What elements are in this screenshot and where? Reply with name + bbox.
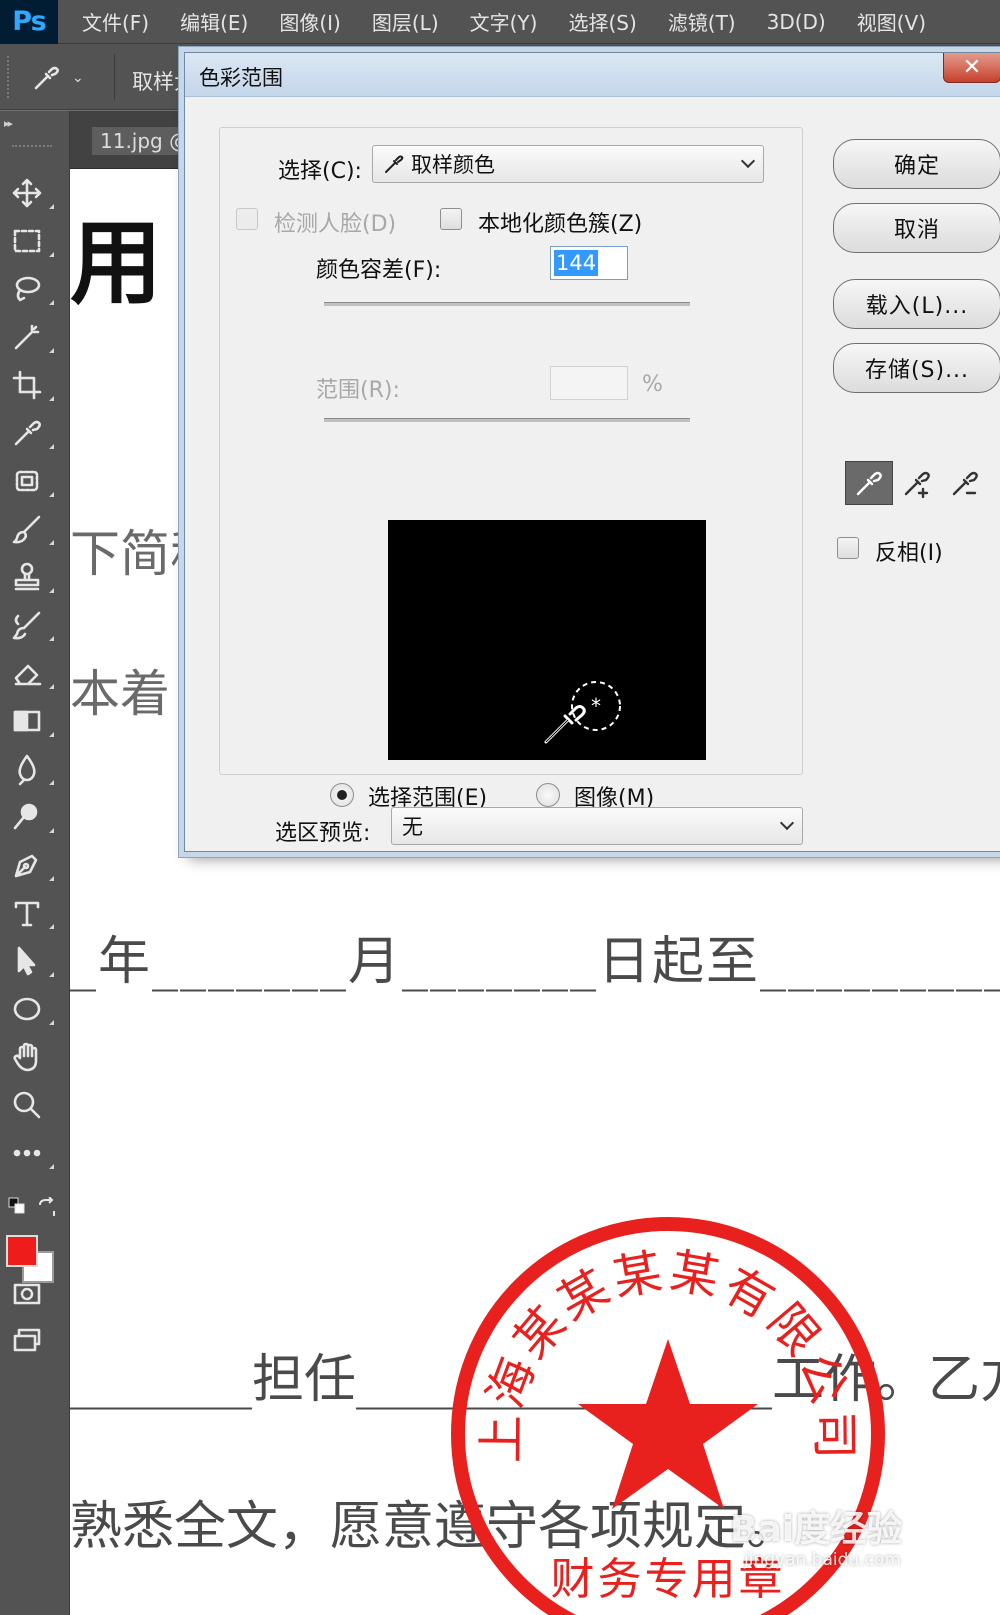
selection-preview-dropdown[interactable]: 无 [391, 807, 803, 845]
menu-image[interactable]: 图像(I) [279, 7, 341, 36]
swap-colors-icon[interactable] [36, 1197, 58, 1219]
marquee-tool-icon[interactable] [10, 221, 58, 261]
menu-select[interactable]: 选择(S) [568, 7, 636, 36]
eyedropper-tool-icon[interactable] [10, 413, 58, 453]
image-radio[interactable] [536, 783, 560, 807]
selection-preview[interactable]: * [388, 520, 706, 760]
cancel-button[interactable]: 取消 [833, 203, 1000, 253]
eyedropper-icon [385, 155, 404, 173]
stamp-bottom-text: 财务专用章 [551, 1554, 786, 1605]
options-separator [114, 54, 115, 100]
menu-file[interactable]: 文件(F) [82, 7, 149, 36]
chevron-down-icon [740, 153, 756, 169]
ok-button[interactable]: 确定 [833, 139, 1000, 189]
options-bar-grip[interactable] [7, 56, 11, 98]
select-label: 选择(C): [278, 159, 362, 184]
document-line-4: _______担任________________工作。乙方在 [70, 1350, 1000, 1410]
load-button[interactable]: 载入(L)... [833, 279, 1000, 329]
select-dropdown[interactable]: 取样颜色 [372, 145, 764, 183]
dialog-titlebar[interactable]: 色彩范围 ✕ [185, 53, 1000, 97]
move-tool-icon[interactable] [10, 173, 58, 213]
lasso-tool-icon[interactable] [10, 269, 58, 309]
collapse-panel-icon[interactable]: ▸▸ [4, 117, 13, 130]
menu-filter[interactable]: 滤镜(T) [668, 7, 736, 36]
magic-wand-icon[interactable] [10, 317, 58, 357]
eyedropper-add-icon[interactable] [893, 461, 941, 505]
eyedropper-cursor-icon: * [544, 681, 621, 744]
invert-checkbox[interactable] [837, 537, 859, 559]
document-line-2: 本着 [70, 665, 170, 723]
document-tab[interactable]: 11.jpg @ [92, 127, 198, 155]
fuzziness-slider-track[interactable] [324, 302, 690, 306]
detect-faces-label: 检测人脸(D) [274, 212, 397, 237]
tools-panel-grip[interactable] [12, 145, 52, 150]
document-line-3: _年_______月_______日起至____________ [70, 932, 1000, 992]
range-slider-track[interactable] [324, 418, 690, 422]
menu-type[interactable]: 文字(Y) [470, 7, 538, 36]
menu-bar: Ps 文件(F) 编辑(E) 图像(I) 图层(L) 文字(Y) 选择(S) 滤… [0, 0, 1000, 44]
localized-clusters-checkbox[interactable] [440, 208, 462, 230]
gradient-tool-icon[interactable] [10, 701, 58, 741]
fuzziness-value: 144 [554, 250, 599, 276]
dodge-tool-icon[interactable] [10, 797, 58, 837]
save-button[interactable]: 存储(S)... [833, 343, 1000, 393]
chevron-down-icon: ⌄ [72, 70, 84, 86]
eyedropper-sample-icon[interactable] [845, 461, 893, 505]
ellipse-tool-icon[interactable] [10, 989, 58, 1029]
patch-tool-icon[interactable] [10, 461, 58, 501]
crop-tool-icon[interactable] [10, 365, 58, 405]
menu-3d[interactable]: 3D(D) [767, 10, 826, 34]
screen-mode-icon[interactable] [10, 1321, 58, 1361]
type-tool-icon[interactable] [10, 893, 58, 933]
menu-edit[interactable]: 编辑(E) [180, 7, 248, 36]
menu-view[interactable]: 视图(V) [857, 7, 926, 36]
brush-tool-icon[interactable] [10, 509, 58, 549]
stamp-tool-icon[interactable] [10, 557, 58, 597]
range-unit: % [642, 372, 663, 397]
path-selection-icon[interactable] [10, 941, 58, 981]
dialog-title: 色彩范围 [199, 66, 283, 90]
fuzziness-label: 颜色容差(F): [316, 258, 442, 283]
svg-text:*: * [591, 694, 601, 718]
color-range-dialog: 色彩范围 ✕ 选择(C): 取样颜色 检测人脸(D) 本地化颜色簇(Z) 颜色容… [184, 52, 1000, 852]
tools-panel: ▸▸ [0, 111, 70, 1615]
options-group: 选择(C): 取样颜色 检测人脸(D) 本地化颜色簇(Z) 颜色容差(F): 1… [219, 127, 803, 811]
range-input[interactable] [550, 366, 628, 400]
history-brush-icon[interactable] [10, 605, 58, 645]
selection-radio[interactable] [330, 783, 354, 807]
foreground-color-swatch[interactable] [6, 1235, 38, 1267]
chevron-down-icon [779, 815, 795, 831]
localized-clusters-label: 本地化颜色簇(Z) [478, 212, 643, 237]
select-dropdown-value: 取样颜色 [411, 153, 495, 177]
selection-preview-value: 无 [402, 815, 423, 839]
eyedropper-subtract-icon[interactable] [941, 461, 989, 505]
range-label: 范围(R): [316, 378, 400, 403]
more-tools-icon[interactable] [10, 1133, 58, 1173]
document-line-5: 熟悉全文，愿意遵守各项规定。 [70, 1497, 799, 1557]
document-heading: 用 [70, 210, 163, 317]
pen-tool-icon[interactable] [10, 845, 58, 885]
eyedropper-icon [34, 66, 59, 90]
tool-preset-picker[interactable]: ⌄ [30, 62, 96, 94]
close-icon[interactable]: ✕ [943, 53, 1000, 83]
eraser-tool-icon[interactable] [10, 653, 58, 693]
blur-tool-icon[interactable] [10, 749, 58, 789]
default-colors-icon[interactable] [8, 1197, 26, 1215]
menu-layer[interactable]: 图层(L) [372, 7, 439, 36]
color-swap-row [8, 1197, 58, 1219]
fuzziness-input[interactable]: 144 [550, 246, 628, 280]
hand-tool-icon[interactable] [10, 1037, 58, 1077]
dialog-body: 选择(C): 取样颜色 检测人脸(D) 本地化颜色簇(Z) 颜色容差(F): 1… [185, 97, 1000, 851]
zoom-tool-icon[interactable] [10, 1085, 58, 1125]
invert-label: 反相(I) [875, 541, 943, 566]
detect-faces-checkbox[interactable] [236, 208, 258, 230]
selection-preview-label: 选区预览: [275, 821, 371, 846]
photoshop-logo: Ps [0, 0, 58, 44]
